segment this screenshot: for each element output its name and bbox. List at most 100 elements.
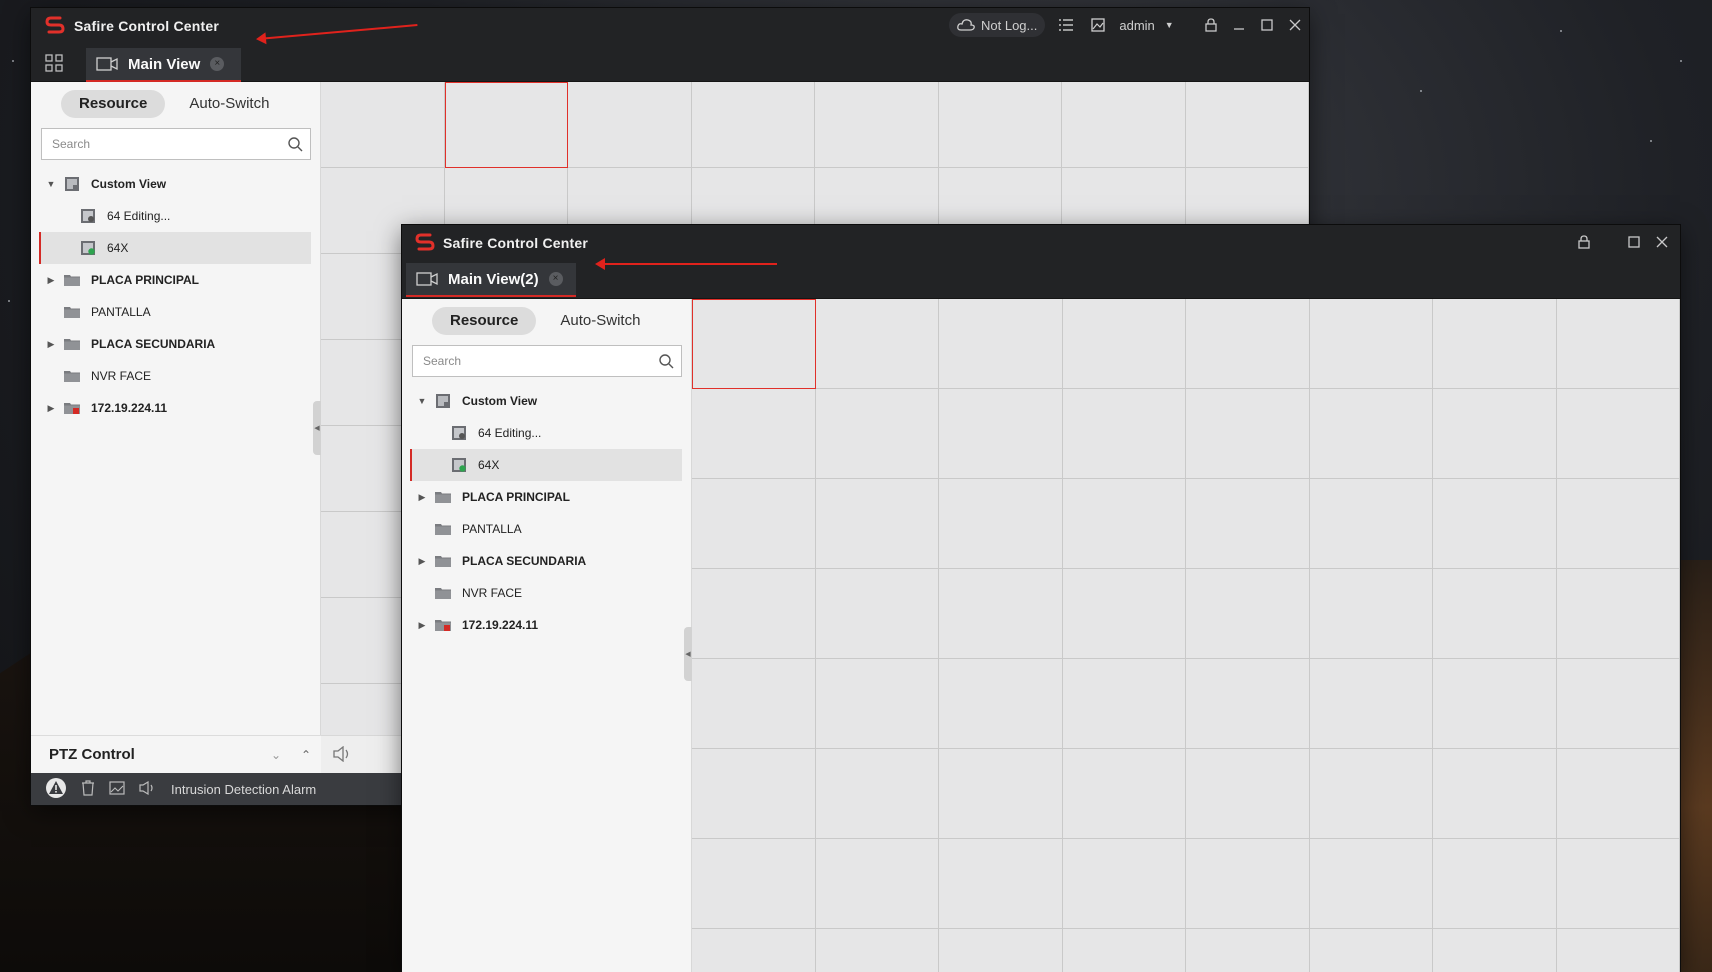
video-cell[interactable] [692,479,816,569]
tree-item[interactable]: ▶ PLACA SECUNDARIA [412,545,682,577]
video-cell[interactable] [1062,389,1186,479]
video-cell[interactable] [815,839,939,929]
speaker-icon[interactable] [333,745,351,767]
close-button[interactable] [1648,228,1676,256]
user-name[interactable]: admin [1119,18,1154,33]
chevron-down-icon[interactable]: ⌄ [261,748,291,762]
video-cell[interactable] [692,659,816,749]
video-cell[interactable] [1309,479,1433,569]
video-cell[interactable] [1556,659,1680,749]
tree-item[interactable]: ▶ PLACA PRINCIPAL [41,264,311,296]
cloud-status[interactable]: Not Log... [949,13,1046,37]
video-cell[interactable] [939,749,1063,839]
video-cell[interactable] [692,389,816,479]
alarm-icon[interactable] [45,777,67,802]
video-cell[interactable] [1062,82,1186,168]
expand-open-icon[interactable]: ▼ [412,396,432,406]
video-cell[interactable] [1433,389,1557,479]
video-cell[interactable] [1556,479,1680,569]
video-cell[interactable] [815,659,939,749]
video-cell[interactable] [939,479,1063,569]
tree-item[interactable]: NVR FACE [412,577,682,609]
search-input[interactable] [42,129,280,159]
tree-item[interactable]: 64X [410,449,682,481]
video-cell[interactable] [1186,479,1310,569]
video-cell[interactable] [815,389,939,479]
video-cell[interactable] [939,299,1063,389]
video-cell[interactable] [692,569,816,659]
video-cell[interactable] [1062,749,1186,839]
video-cell[interactable] [692,839,816,929]
video-cell[interactable] [1309,839,1433,929]
video-cell[interactable] [815,749,939,839]
tab-auto-switch[interactable]: Auto-Switch [171,90,287,118]
sound-icon[interactable] [139,780,157,798]
expand-closed-icon[interactable]: ▶ [412,492,432,503]
tree-item[interactable]: 64 Editing... [41,200,311,232]
video-cell[interactable] [1556,569,1680,659]
chevron-down-icon[interactable]: ▼ [1165,20,1174,30]
tree-item[interactable]: ▶ PLACA SECUNDARIA [41,328,311,360]
video-cell[interactable] [1186,659,1310,749]
expand-open-icon[interactable]: ▼ [41,179,61,189]
lock-icon[interactable] [1570,228,1598,256]
panel-collapse-handle[interactable]: ◀ [313,401,321,455]
picture-icon[interactable] [109,780,125,798]
video-cell[interactable] [321,82,445,168]
video-cell[interactable] [815,929,939,972]
video-cell[interactable] [1062,569,1186,659]
video-cell[interactable] [1062,479,1186,569]
tree-item[interactable]: ▼ Custom View [412,385,682,417]
panel-collapse-handle[interactable]: ◀ [684,627,692,681]
video-cell[interactable] [1556,299,1680,389]
video-cell[interactable] [1433,569,1557,659]
expand-closed-icon[interactable]: ▶ [41,339,61,350]
tab-close-icon[interactable]: × [210,57,225,71]
video-cell[interactable] [1062,299,1186,389]
tree-item[interactable]: ▶ PLACA PRINCIPAL [412,481,682,513]
video-cell[interactable] [1309,749,1433,839]
tree-item[interactable]: ▶ 172.19.224.11 [412,609,682,641]
video-cell[interactable] [1186,299,1310,389]
minimize-button[interactable] [1225,11,1253,39]
image-icon[interactable] [1087,18,1109,32]
tab-main-view[interactable]: Main View × [86,48,241,82]
video-cell[interactable] [692,749,816,839]
module-grid-icon[interactable] [45,54,63,77]
video-cell[interactable] [1433,659,1557,749]
video-cell[interactable] [1309,569,1433,659]
video-cell[interactable] [1433,299,1557,389]
video-cell[interactable] [1556,929,1680,972]
video-cell[interactable] [1309,659,1433,749]
video-cell[interactable] [1186,749,1310,839]
video-cell[interactable] [939,569,1063,659]
tree-item[interactable]: PANTALLA [41,296,311,328]
task-list-icon[interactable] [1055,18,1077,32]
video-cell[interactable] [1433,929,1557,972]
video-cell[interactable] [815,479,939,569]
video-cell[interactable] [1309,389,1433,479]
trash-icon[interactable] [81,779,95,799]
video-cell[interactable] [815,569,939,659]
video-cell[interactable] [1186,839,1310,929]
video-cell[interactable] [1186,569,1310,659]
tree-item[interactable]: 64X [39,232,311,264]
tab-main-view-2[interactable]: Main View(2) × [406,263,576,297]
video-cell[interactable] [444,82,568,168]
video-cell[interactable] [1309,299,1433,389]
tree-item[interactable]: PANTALLA [412,513,682,545]
video-cell[interactable] [1433,749,1557,839]
close-button[interactable] [1281,11,1309,39]
lock-icon[interactable] [1197,11,1225,39]
video-cell[interactable] [1185,82,1309,168]
expand-closed-icon[interactable]: ▶ [412,620,432,631]
video-cell[interactable] [815,299,939,389]
video-cell[interactable] [1186,929,1310,972]
video-cell[interactable] [1556,389,1680,479]
video-cell[interactable] [1309,929,1433,972]
tree-item[interactable]: NVR FACE [41,360,311,392]
video-cell[interactable] [568,82,692,168]
video-cell[interactable] [691,82,815,168]
maximize-button[interactable] [1253,11,1281,39]
tab-resource[interactable]: Resource [61,90,166,118]
